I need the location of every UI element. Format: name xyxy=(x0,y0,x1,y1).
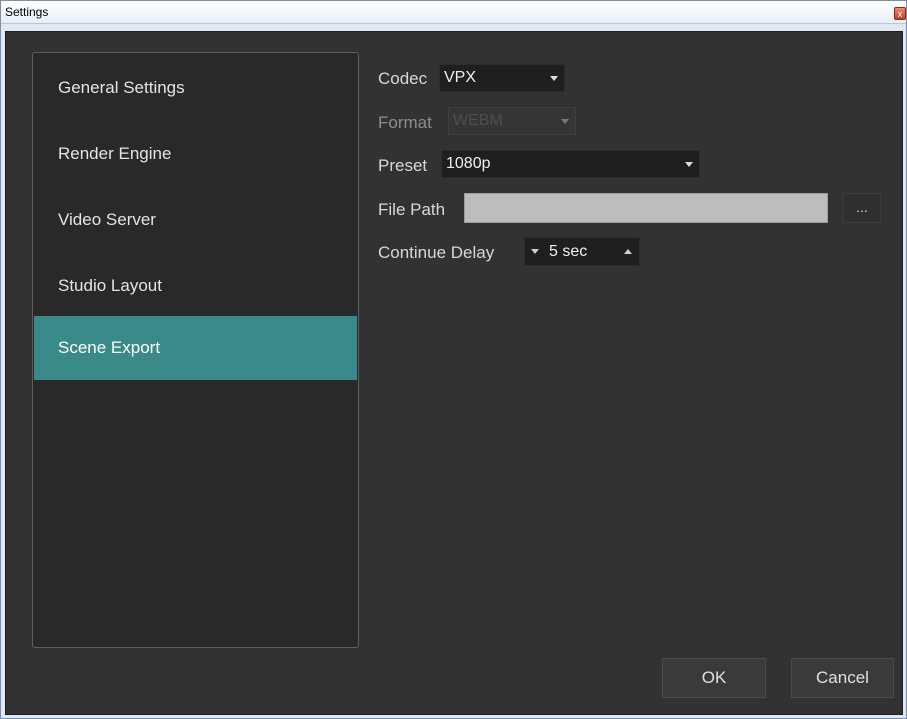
file-path-label: File Path xyxy=(378,200,446,219)
continue-delay-spinbox[interactable]: 5 sec xyxy=(524,237,640,266)
cancel-button[interactable]: Cancel xyxy=(791,658,894,698)
preset-label: Preset xyxy=(378,156,428,175)
ok-button[interactable]: OK xyxy=(662,658,766,698)
codec-dropdown[interactable]: VPX xyxy=(439,64,565,92)
codec-label: Codec xyxy=(378,69,428,88)
nav-item-studio-layout[interactable]: Studio Layout xyxy=(34,254,357,318)
chevron-down-icon xyxy=(685,162,693,167)
title-bar: Settings x xyxy=(1,1,906,24)
nav-item-scene-export[interactable]: Scene Export xyxy=(34,316,357,380)
codec-value: VPX xyxy=(444,69,477,86)
chevron-down-icon xyxy=(561,119,569,124)
chevron-down-icon xyxy=(550,76,558,81)
increment-arrow-icon[interactable] xyxy=(624,249,632,254)
format-label: Format xyxy=(378,113,432,132)
nav-item-video-server[interactable]: Video Server xyxy=(34,188,357,252)
decrement-arrow-icon[interactable] xyxy=(531,249,539,254)
close-icon[interactable]: x xyxy=(894,7,906,20)
file-path-input[interactable] xyxy=(464,193,828,223)
nav-item-render-engine[interactable]: Render Engine xyxy=(34,122,357,186)
continue-delay-label: Continue Delay xyxy=(378,243,495,262)
continue-delay-value: 5 sec xyxy=(549,243,588,260)
format-dropdown: WEBM xyxy=(448,107,576,135)
browse-button[interactable]: ... xyxy=(843,193,881,223)
window-title: Settings xyxy=(5,5,49,19)
nav-item-general-settings[interactable]: General Settings xyxy=(34,56,357,120)
format-value: WEBM xyxy=(453,112,503,129)
settings-window: Settings x General Settings Render Engin… xyxy=(0,0,907,719)
settings-nav: General Settings Render Engine Video Ser… xyxy=(32,52,359,648)
preset-value: 1080p xyxy=(446,155,491,172)
preset-dropdown[interactable]: 1080p xyxy=(441,150,700,178)
dialog-body: General Settings Render Engine Video Ser… xyxy=(5,31,903,715)
